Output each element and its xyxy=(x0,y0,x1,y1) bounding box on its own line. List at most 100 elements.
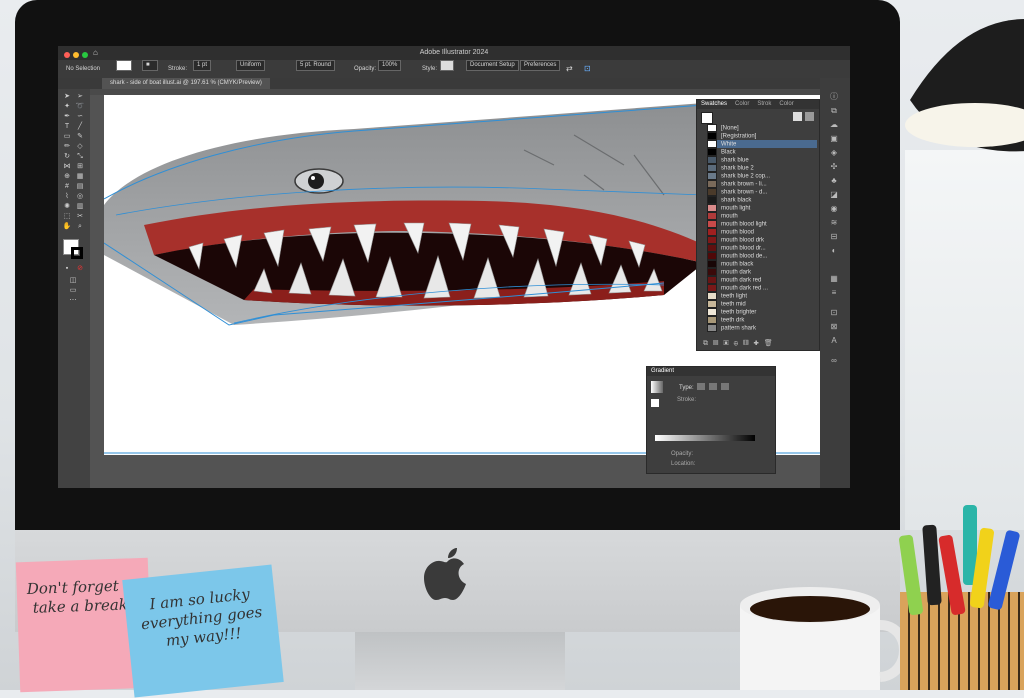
swatch-panel-actions[interactable]: ⧉▤▣⊕▥✚🗑 xyxy=(703,339,778,348)
libraries-icon[interactable]: ☁ xyxy=(828,120,840,130)
transform-icon[interactable]: ⊡ xyxy=(584,60,591,78)
list-view-icon[interactable] xyxy=(793,112,802,121)
stroke-color-box[interactable] xyxy=(71,247,83,259)
swatch-row[interactable]: mouth light xyxy=(707,204,817,212)
tab-color[interactable]: Color xyxy=(731,100,753,109)
selection-tool-icon[interactable]: ➤ xyxy=(62,93,72,101)
swatch-row[interactable]: mouth black xyxy=(707,260,817,268)
swatch-row[interactable]: mouth blood de... xyxy=(707,252,817,260)
mesh-tool-icon[interactable]: # xyxy=(62,183,72,191)
gradient-fill-box[interactable] xyxy=(651,399,659,407)
align-icon[interactable]: ⊟ xyxy=(828,232,840,242)
rectangle-tool-icon[interactable]: ▭ xyxy=(62,133,72,141)
line-tool-icon[interactable]: ╱ xyxy=(75,123,85,131)
character-icon[interactable]: A xyxy=(828,336,840,346)
swatch-row[interactable]: shark blue xyxy=(707,156,817,164)
gradient-preview[interactable] xyxy=(651,381,663,393)
pen-tool-icon[interactable]: ✒ xyxy=(62,113,72,121)
lasso-icon[interactable]: ➰ xyxy=(75,103,85,111)
tab-color-guide[interactable]: Color xyxy=(775,100,797,109)
swatch-row[interactable]: mouth dark red xyxy=(707,276,817,284)
swatch-row[interactable]: teeth light xyxy=(707,292,817,300)
swatch-row[interactable]: teeth mid xyxy=(707,300,817,308)
pathfinder-icon[interactable]: ⊠ xyxy=(828,322,840,332)
free-transform-icon[interactable]: ⊞ xyxy=(75,163,85,171)
transparency-icon[interactable]: ◐ xyxy=(828,246,840,256)
direct-selection-tool-icon[interactable]: ➢ xyxy=(75,93,85,101)
swatch-row[interactable]: mouth blood drk xyxy=(707,236,817,244)
shape-builder-icon[interactable]: ⊕ xyxy=(62,173,72,181)
gradient-slider[interactable] xyxy=(655,435,755,441)
properties-icon[interactable]: ⓘ xyxy=(828,92,840,102)
perspective-grid-icon[interactable]: ▦ xyxy=(75,173,85,181)
layers-icon[interactable]: ⧉ xyxy=(828,106,840,116)
symbol-sprayer-icon[interactable]: ✺ xyxy=(62,203,72,211)
rotate-tool-icon[interactable]: ↻ xyxy=(62,153,72,161)
color-guide-icon[interactable]: ◈ xyxy=(828,148,840,158)
stroke-panel-icon[interactable]: ≡ xyxy=(828,288,840,298)
links-icon[interactable]: ∞ xyxy=(828,356,840,366)
symbols-icon[interactable]: ♣ xyxy=(828,176,840,186)
screen-mode-icon[interactable]: ▭ xyxy=(68,287,78,295)
swatch-row[interactable]: shark brown - li... xyxy=(707,180,817,188)
swatch-row[interactable]: mouth blood xyxy=(707,228,817,236)
tab-stroke[interactable]: Strok xyxy=(753,100,775,109)
brushes-icon[interactable]: ✣ xyxy=(828,162,840,172)
gradient-tool-icon[interactable]: ▤ xyxy=(75,183,85,191)
swatch-row[interactable]: mouth dark xyxy=(707,268,817,276)
curvature-tool-icon[interactable]: ∽ xyxy=(75,113,85,121)
paintbrush-icon[interactable]: ✎ xyxy=(75,133,85,141)
draw-mode-icon[interactable]: ◫ xyxy=(68,277,78,285)
eraser-icon[interactable]: ◇ xyxy=(75,143,85,151)
more-tools-icon[interactable]: ⋯ xyxy=(68,297,78,305)
arrange-icon[interactable]: ⇄ xyxy=(566,60,573,78)
color-mode-icon[interactable]: ▪ xyxy=(62,265,72,273)
swatch-name: pattern shark xyxy=(721,325,757,332)
gradient-panel-icon[interactable]: ▦ xyxy=(828,274,840,284)
scale-tool-icon[interactable]: ⤡ xyxy=(75,153,85,161)
graph-tool-icon[interactable]: ▥ xyxy=(75,203,85,211)
swatch-row[interactable]: mouth blood dr... xyxy=(707,244,817,252)
active-fill-preview[interactable] xyxy=(701,112,713,124)
swatch-row[interactable]: mouth blood light xyxy=(707,220,817,228)
swatch-row[interactable]: teeth brighter xyxy=(707,308,817,316)
swatch-row[interactable]: shark blue 2 xyxy=(707,164,817,172)
stack-icon[interactable]: ≋ xyxy=(828,218,840,228)
magic-wand-icon[interactable]: ✦ xyxy=(62,103,72,111)
swatch-row[interactable]: shark black xyxy=(707,196,817,204)
artboard-tool-icon[interactable]: ⬚ xyxy=(62,213,72,221)
swatch-row[interactable]: mouth dark red ... xyxy=(707,284,817,292)
hand-tool-icon[interactable]: ✋ xyxy=(62,223,72,231)
slice-tool-icon[interactable]: ✂ xyxy=(75,213,85,221)
radial-gradient-button[interactable] xyxy=(709,383,717,390)
shaper-tool-icon[interactable]: ✏ xyxy=(62,143,72,151)
gradient-panel-header: Gradient xyxy=(647,367,775,376)
grid-view-icon[interactable] xyxy=(805,112,814,121)
swatch-row[interactable]: shark brown - d... xyxy=(707,188,817,196)
blend-tool-icon[interactable]: ◎ xyxy=(75,193,85,201)
document-tab[interactable]: shark - side of boat illust.ai @ 197.61 … xyxy=(102,78,270,89)
swatch-row[interactable]: White xyxy=(707,140,817,148)
type-tool-icon[interactable]: T xyxy=(62,123,72,131)
swatch-row[interactable]: mouth xyxy=(707,212,817,220)
transform-panel-icon[interactable]: ⊡ xyxy=(828,308,840,318)
appearance-icon[interactable]: ◉ xyxy=(828,204,840,214)
swatch-row[interactable]: shark blue 2 cop... xyxy=(707,172,817,180)
tab-swatches[interactable]: Swatches xyxy=(697,100,731,109)
swatch-row[interactable]: pattern shark xyxy=(707,324,817,332)
swatch-row[interactable]: [Registration] xyxy=(707,132,817,140)
swatch-chip xyxy=(707,204,717,212)
style-label: Style: xyxy=(422,66,438,72)
swatch-row[interactable]: teeth drk xyxy=(707,316,817,324)
zoom-tool-icon[interactable]: ⌕ xyxy=(75,223,85,231)
swatch-row[interactable]: [None] xyxy=(707,124,817,132)
linear-gradient-button[interactable] xyxy=(697,383,705,390)
freeform-gradient-button[interactable] xyxy=(721,383,729,390)
eyedropper-icon[interactable]: ⌇ xyxy=(62,193,72,201)
apple-logo-icon xyxy=(424,548,466,600)
color-icon[interactable]: ▣ xyxy=(828,134,840,144)
none-color-icon[interactable]: ⊘ xyxy=(75,265,85,273)
swatch-row[interactable]: Black xyxy=(707,148,817,156)
width-tool-icon[interactable]: ⋈ xyxy=(62,163,72,171)
graphic-styles-icon[interactable]: ◪ xyxy=(828,190,840,200)
